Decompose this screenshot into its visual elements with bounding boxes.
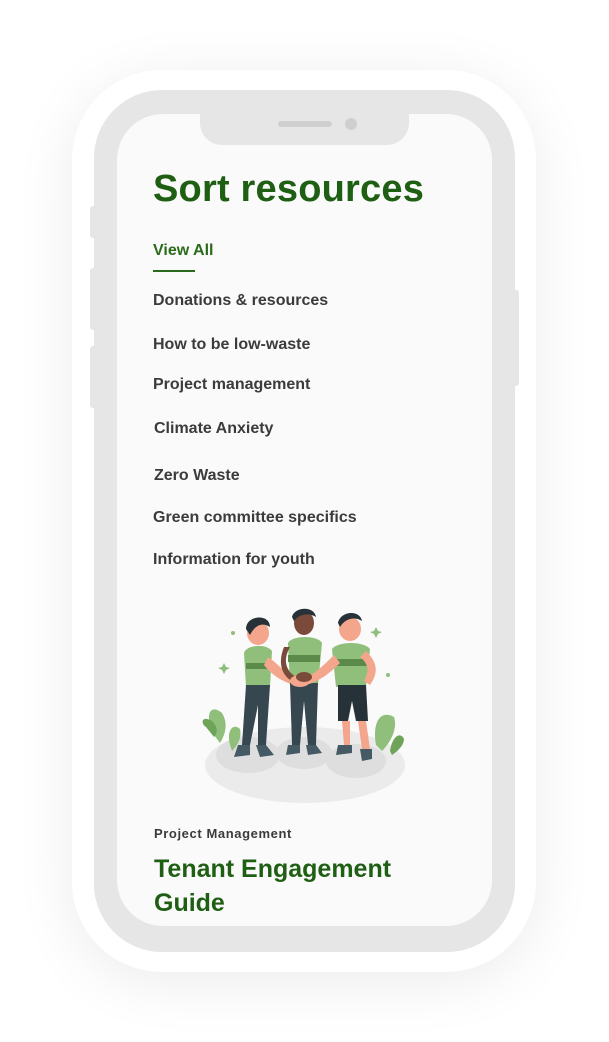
filter-information-youth[interactable]: Information for youth [153, 551, 315, 569]
filter-donations-resources[interactable]: Donations & resources [153, 292, 328, 310]
camera-icon [345, 118, 357, 130]
speaker-grille [278, 121, 332, 127]
team-hands-together-illustration[interactable] [200, 605, 410, 805]
filter-project-management[interactable]: Project management [153, 376, 310, 394]
filter-green-committee[interactable]: Green committee specifics [153, 509, 357, 527]
filter-low-waste[interactable]: How to be low-waste [153, 336, 310, 354]
page-title: Sort resources [153, 168, 425, 210]
phone-notch [200, 114, 409, 145]
filter-zero-waste[interactable]: Zero Waste [154, 467, 240, 485]
filter-climate-anxiety[interactable]: Climate Anxiety [154, 420, 273, 438]
card-title[interactable]: Tenant Engagement Guide [154, 852, 454, 920]
active-filter-underline [153, 270, 195, 272]
card-category: Project Management [154, 826, 292, 841]
filter-view-all[interactable]: View All [153, 242, 213, 260]
